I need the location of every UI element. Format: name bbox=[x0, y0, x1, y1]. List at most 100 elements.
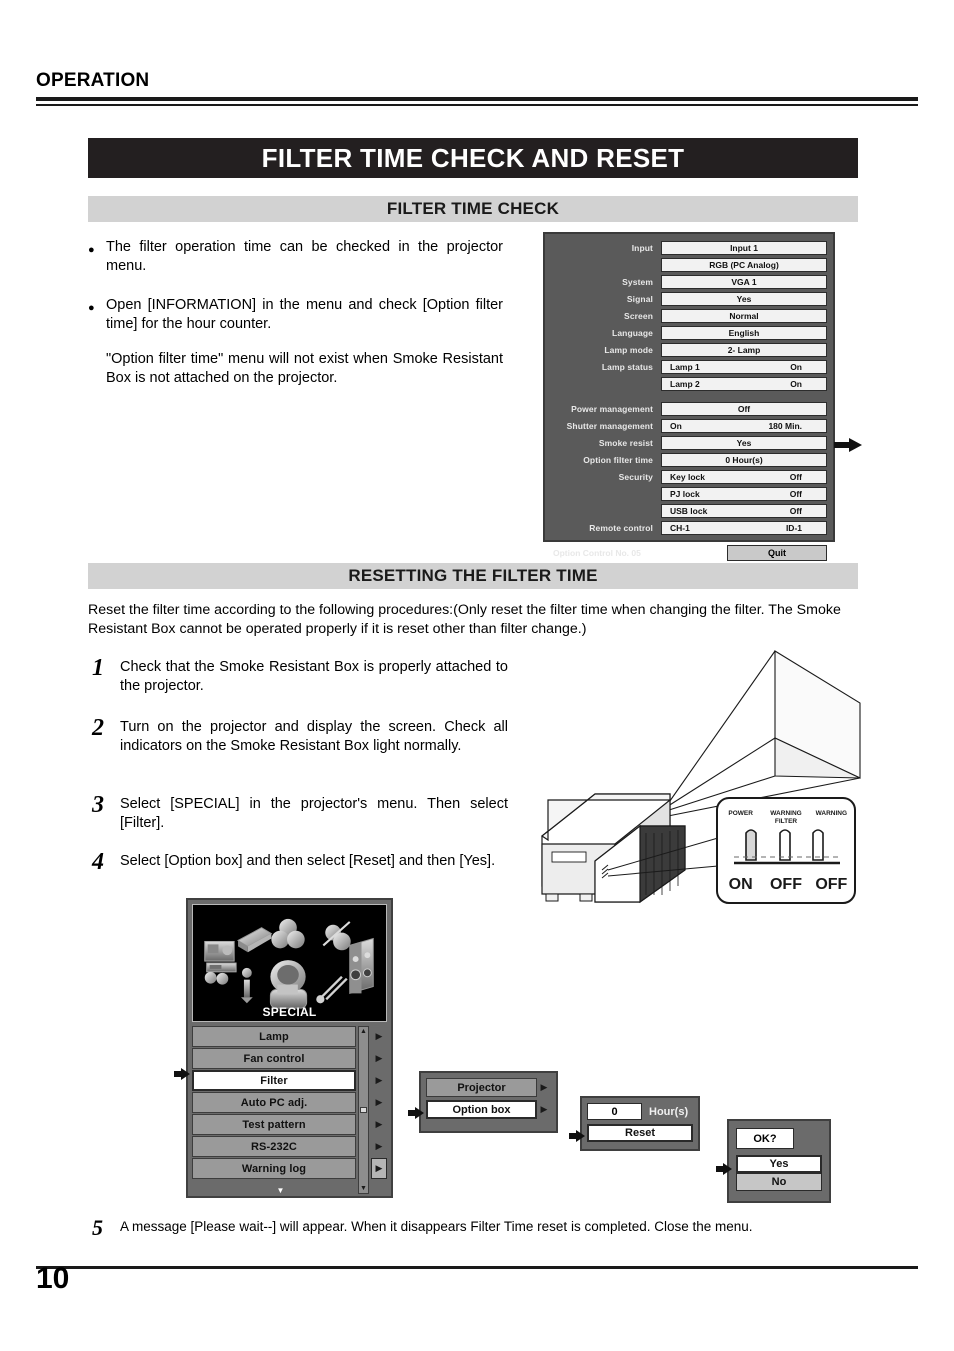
osd-row: Lamp mode 2- Lamp bbox=[551, 342, 827, 358]
osd-row-label: Remote control bbox=[589, 522, 653, 533]
osd-row: Smoke resist Yes bbox=[551, 435, 827, 451]
osd-row-value-secondary: Off bbox=[789, 471, 802, 482]
special-menu-item-fan-control[interactable]: Fan control bbox=[192, 1048, 356, 1069]
osd-row-value: Input 1 bbox=[661, 240, 827, 255]
osd-row-value: CH-1 ID-1 bbox=[661, 520, 827, 535]
procedure-step-4: 4 Select [Option box] and then select [R… bbox=[88, 850, 508, 874]
header-rule-thick bbox=[36, 97, 918, 101]
osd-row-label: Smoke resist bbox=[598, 437, 653, 448]
footer-rule bbox=[36, 1266, 918, 1269]
chevron-right-icon: ▶ bbox=[375, 1053, 383, 1063]
confirm-yes-button[interactable]: Yes bbox=[736, 1155, 822, 1173]
osd-row: Shutter management On 180 Min. bbox=[551, 418, 827, 434]
osd-row-value-secondary: ID-1 bbox=[785, 522, 802, 533]
osd-row: Input Input 1 bbox=[551, 240, 827, 256]
reset-intro-paragraph: Reset the filter time according to the f… bbox=[88, 602, 841, 637]
confirm-selection-pointer-icon bbox=[716, 1163, 732, 1175]
submenu-row-projector[interactable]: Projector ▶ bbox=[426, 1078, 551, 1097]
filter-hours-row: 0 Hour(s) bbox=[587, 1103, 693, 1120]
indicator-state-warning: OFF bbox=[815, 876, 848, 893]
osd-spacer bbox=[551, 393, 827, 401]
procedure-step-5: 5 A message [Please wait--] will appear.… bbox=[88, 1215, 878, 1240]
osd-row-label: Signal bbox=[626, 293, 653, 304]
osd-row-value: USB lock Off bbox=[661, 503, 827, 518]
special-menu-scrollbar[interactable]: ▲ ▼ bbox=[358, 1026, 369, 1194]
osd-row-value-secondary: 180 Min. bbox=[768, 420, 802, 431]
osd-row-label: Language bbox=[612, 327, 653, 338]
submenu-item-option-box[interactable]: Option box bbox=[426, 1100, 537, 1119]
special-menu-item-lamp[interactable]: Lamp bbox=[192, 1026, 356, 1047]
osd-control-number: Option Control No. 05 bbox=[553, 548, 641, 558]
osd-row-value: Lamp 2 On bbox=[661, 376, 827, 391]
special-menu-icon-bar: SPECIAL bbox=[192, 904, 387, 1022]
filter-hours-unit: Hour(s) bbox=[649, 1105, 689, 1118]
list-item: The filter operation time can be checked… bbox=[88, 238, 503, 276]
step-text: Select [SPECIAL] in the projector's menu… bbox=[120, 796, 508, 831]
chevron-right-icon: ▶ bbox=[375, 1031, 383, 1041]
filter-time-check-bullets: The filter operation time can be checked… bbox=[88, 238, 503, 388]
quit-button[interactable]: Quit bbox=[727, 545, 827, 561]
confirm-no-button[interactable]: No bbox=[736, 1173, 822, 1191]
osd-row-value: Key lock Off bbox=[661, 469, 827, 484]
osd-row-label: Power management bbox=[571, 403, 653, 414]
filter-time-note: "Option filter time" menu will not exist… bbox=[106, 351, 503, 386]
chevron-right-icon: ▶ bbox=[540, 1104, 548, 1114]
osd-row-value: On 180 Min. bbox=[661, 418, 827, 433]
osd-row: Power management Off bbox=[551, 401, 827, 417]
osd-row-label: Security bbox=[618, 471, 653, 482]
special-menu-item-filter[interactable]: Filter bbox=[192, 1070, 356, 1091]
osd-footer: Option Control No. 05 Quit bbox=[551, 545, 827, 562]
osd-row-value: Normal bbox=[661, 308, 827, 323]
submenu-item-projector[interactable]: Projector bbox=[426, 1078, 537, 1097]
osd-row: RGB (PC Analog) bbox=[551, 257, 827, 273]
filter-hours-value: 0 bbox=[587, 1103, 642, 1120]
chevron-right-icon: ▶ bbox=[375, 1141, 383, 1151]
osd-row-value: 2- Lamp bbox=[661, 342, 827, 357]
scroll-up-icon[interactable]: ▲ bbox=[360, 1028, 367, 1035]
chevron-right-icon: ▶ bbox=[375, 1119, 383, 1129]
bullet-text: Open [INFORMATION] in the menu and check… bbox=[106, 297, 503, 332]
step-number: 5 bbox=[92, 1215, 103, 1240]
scrollbar-thumb[interactable] bbox=[360, 1107, 367, 1113]
osd-row-value: English bbox=[661, 325, 827, 340]
option-box-selection-pointer-icon bbox=[408, 1107, 424, 1119]
step-text: Check that the Smoke Resistant Box is pr… bbox=[120, 659, 508, 694]
procedure-step-1: 1 Check that the Smoke Resistant Box is … bbox=[88, 655, 508, 696]
procedure-step-2: 2 Turn on the projector and display the … bbox=[88, 716, 508, 756]
osd-row-value-secondary: On bbox=[790, 378, 802, 389]
section-heading-resetting-the-filter-time: RESETTING THE FILTER TIME bbox=[88, 563, 858, 589]
special-menu-item-rs-232c[interactable]: RS-232C bbox=[192, 1136, 356, 1157]
osd-row-value-secondary: Off bbox=[789, 505, 802, 516]
osd-row: Screen Normal bbox=[551, 308, 827, 324]
step-text: Select [Option box] and then select [Res… bbox=[120, 853, 496, 869]
step-text: A message [Please wait--] will appear. W… bbox=[120, 1219, 753, 1234]
reset-button[interactable]: Reset bbox=[587, 1124, 693, 1142]
special-menu-selection-pointer-icon bbox=[174, 1068, 190, 1080]
special-menu-item-warning-log[interactable]: Warning log bbox=[192, 1158, 356, 1179]
osd-row-label: Option filter time bbox=[583, 454, 653, 465]
step-text: Turn on the projector and display the sc… bbox=[120, 719, 508, 754]
special-menu-item-test-pattern[interactable]: Test pattern bbox=[192, 1114, 356, 1135]
osd-row-value: Lamp 1 On bbox=[661, 359, 827, 374]
reset-selection-pointer-icon bbox=[569, 1130, 585, 1142]
osd-rows-bottom: Power management Off Shutter management On 1… bbox=[551, 401, 827, 536]
submenu-row-option-box[interactable]: Option box ▶ bbox=[426, 1100, 551, 1119]
osd-row-label: Screen bbox=[624, 310, 653, 321]
osd-row-value: RGB (PC Analog) bbox=[661, 257, 827, 272]
bullet-text: The filter operation time can be checked… bbox=[106, 239, 503, 274]
special-menu-item-auto-pc-adj[interactable]: Auto PC adj. bbox=[192, 1092, 356, 1113]
section-heading-filter-time-check: FILTER TIME CHECK bbox=[88, 196, 858, 222]
osd-row-label: System bbox=[622, 276, 653, 287]
list-item: Open [INFORMATION] in the menu and check… bbox=[88, 296, 503, 334]
osd-row-value: Yes bbox=[661, 291, 827, 306]
confirm-prompt: OK? bbox=[736, 1128, 794, 1149]
step-number: 1 bbox=[92, 655, 104, 681]
special-menu-list: Lamp Fan control Filter Auto PC adj. Test pa… bbox=[192, 1026, 387, 1195]
osd-row-value: PJ lock Off bbox=[661, 486, 827, 501]
filter-submenu: Projector ▶ Option box ▶ bbox=[408, 1071, 558, 1133]
page-number: 10 bbox=[36, 1262, 70, 1295]
osd-row-value: Yes bbox=[661, 435, 827, 450]
step-number: 3 bbox=[92, 792, 104, 818]
chevron-right-icon: ▶ bbox=[371, 1158, 387, 1179]
confirm-reset-dialog: OK? Yes No bbox=[716, 1119, 831, 1203]
